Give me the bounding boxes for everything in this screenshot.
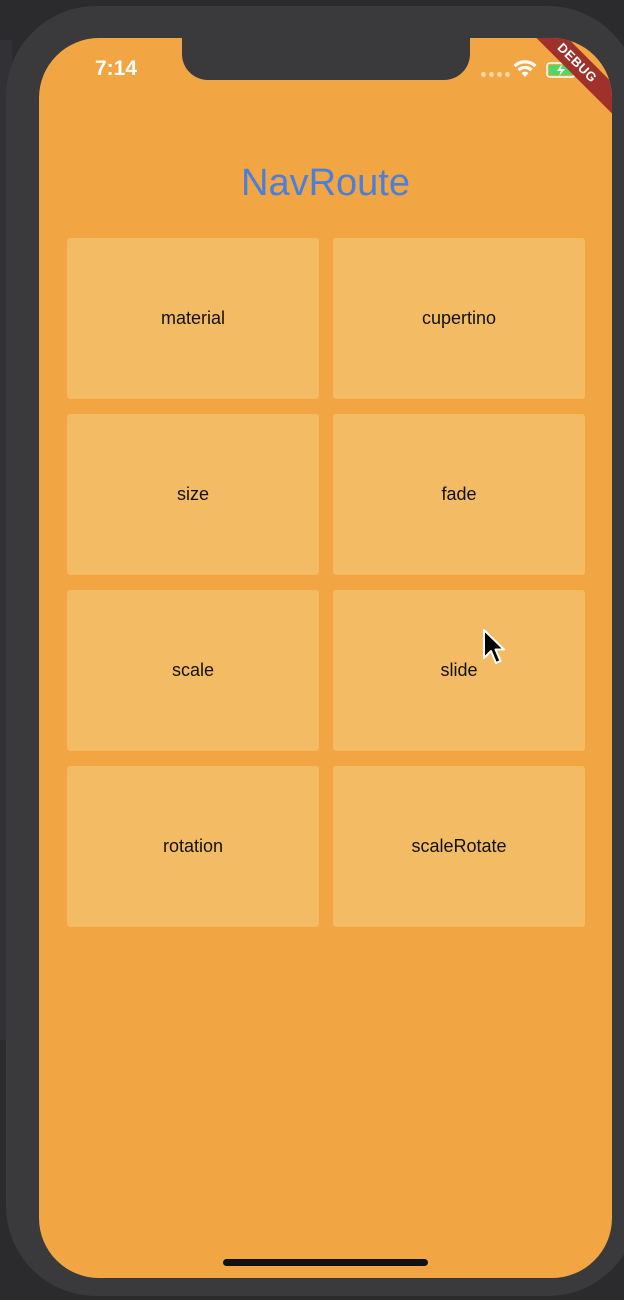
material-button[interactable]: material	[67, 238, 319, 399]
fade-button[interactable]: fade	[333, 414, 585, 575]
size-button[interactable]: size	[67, 414, 319, 575]
route-button-grid: material cupertino size fade scale slide…	[67, 238, 585, 927]
cupertino-button[interactable]: cupertino	[333, 238, 585, 399]
app-screen: 7:14 DEBUG NavRoute material cupertino s…	[39, 38, 612, 1278]
home-indicator[interactable]	[223, 1259, 428, 1266]
scale-button[interactable]: scale	[67, 590, 319, 751]
mouse-cursor-icon	[483, 629, 505, 664]
status-time: 7:14	[95, 57, 138, 80]
phone-frame: 7:14 DEBUG NavRoute material cupertino s…	[6, 6, 624, 1296]
slide-button[interactable]: slide	[333, 590, 585, 751]
debug-banner: DEBUG	[516, 38, 612, 124]
device-notch	[182, 38, 470, 80]
signal-dots-icon	[481, 72, 510, 77]
wifi-icon	[513, 60, 537, 77]
rotation-button[interactable]: rotation	[67, 766, 319, 927]
scale-rotate-button[interactable]: scaleRotate	[333, 766, 585, 927]
page-title: NavRoute	[241, 162, 410, 204]
